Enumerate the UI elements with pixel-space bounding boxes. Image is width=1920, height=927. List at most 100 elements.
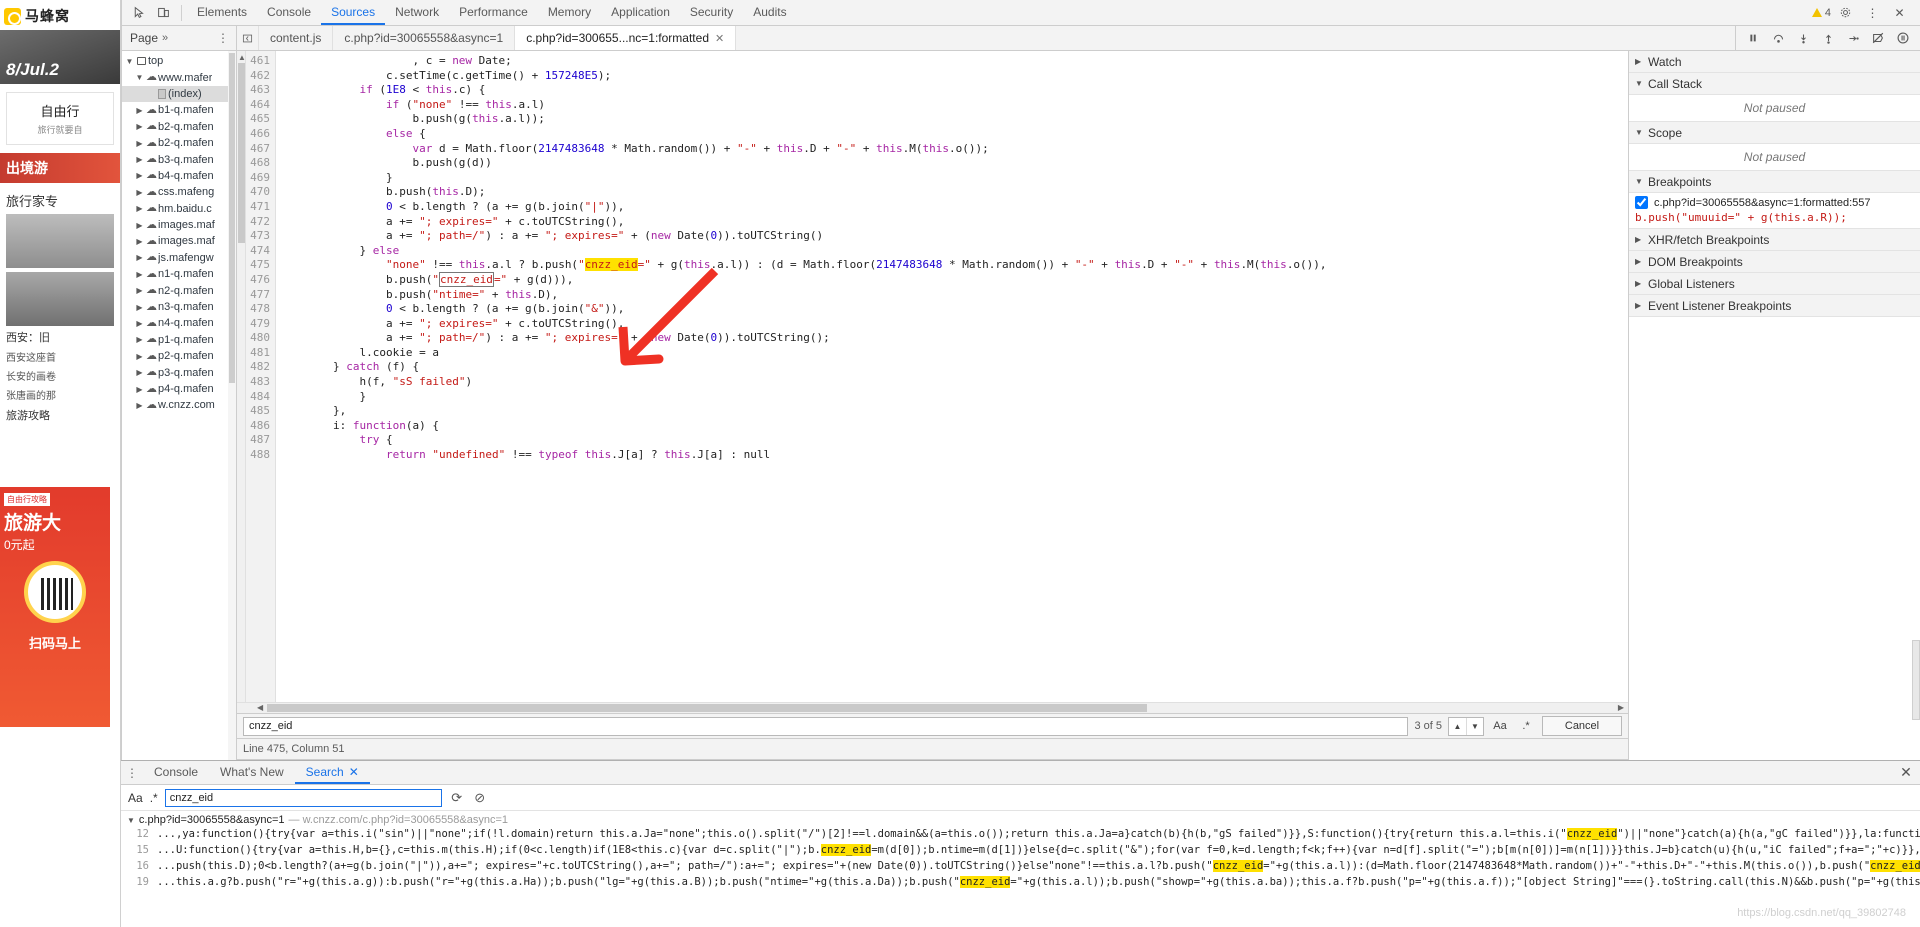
- drawer-tab-console[interactable]: Console: [143, 761, 209, 784]
- code-line[interactable]: 0 < b.length ? (a += g(b.join("|")),: [280, 200, 1628, 215]
- file-tree-item[interactable]: ▶ ☁ p4-q.mafen: [122, 381, 236, 397]
- drawer-close-icon[interactable]: ✕: [1892, 761, 1920, 784]
- find-regex-button[interactable]: .*: [1516, 720, 1536, 732]
- code-line[interactable]: b.push(this.D);: [280, 185, 1628, 200]
- line-number[interactable]: 465: [246, 112, 270, 127]
- code-line[interactable]: a += "; expires=" + c.toUTCString(),: [280, 215, 1628, 230]
- code-line[interactable]: c.setTime(c.getTime() + 157248E5);: [280, 69, 1628, 84]
- file-tree-item[interactable]: ▶ ☁ images.maf: [122, 217, 236, 233]
- file-tree-item[interactable]: (index): [122, 85, 236, 103]
- chevron-right-icon[interactable]: ▶: [134, 122, 145, 131]
- find-match-case-button[interactable]: Aa: [1490, 720, 1510, 732]
- sidebar-section-call-stack[interactable]: ▼ Call Stack: [1629, 73, 1920, 95]
- file-tree-item[interactable]: ▶ ☁ b4-q.mafen: [122, 168, 236, 184]
- file-tree-item[interactable]: ▶ ☁ n2-q.mafen: [122, 282, 236, 298]
- pause-icon[interactable]: [1741, 27, 1765, 49]
- chevron-right-icon[interactable]: ▶: [134, 188, 145, 197]
- chevron-right-icon[interactable]: ▶: [134, 270, 145, 279]
- find-next-button[interactable]: ▼: [1466, 717, 1483, 735]
- find-prev-button[interactable]: ▲: [1449, 718, 1466, 735]
- sidebar-section-event-listener-breakpoints[interactable]: ▶ Event Listener Breakpoints: [1629, 295, 1920, 317]
- sidebar-section-xhr-breakpoints[interactable]: ▶ XHR/fetch Breakpoints: [1629, 229, 1920, 251]
- chevron-right-icon[interactable]: ▶: [134, 221, 145, 230]
- code-line[interactable]: }: [280, 390, 1628, 405]
- article-line[interactable]: 长安的画卷: [0, 366, 120, 385]
- chevron-right-icon[interactable]: ▶: [134, 155, 145, 164]
- line-number[interactable]: 483: [246, 375, 270, 390]
- file-tree-item[interactable]: ▶ ☁ w.cnzz.com: [122, 397, 236, 413]
- line-number[interactable]: 472: [246, 215, 270, 230]
- file-tree-item[interactable]: ▼ top: [122, 53, 236, 69]
- code-content[interactable]: , c = new Date; c.setTime(c.getTime() + …: [276, 51, 1628, 702]
- line-number[interactable]: 477: [246, 288, 270, 303]
- line-number[interactable]: 488: [246, 448, 270, 463]
- line-number[interactable]: 486: [246, 419, 270, 434]
- close-icon[interactable]: ✕: [715, 32, 724, 45]
- code-line[interactable]: if (1E8 < this.c) {: [280, 83, 1628, 98]
- line-number[interactable]: 479: [246, 317, 270, 332]
- code-line[interactable]: i: function(a) {: [280, 419, 1628, 434]
- line-number[interactable]: 468: [246, 156, 270, 171]
- file-tree-item[interactable]: ▶ ☁ css.mafeng: [122, 184, 236, 200]
- line-number[interactable]: 482: [246, 360, 270, 375]
- thumbnail-image[interactable]: [6, 272, 114, 326]
- file-tree-item[interactable]: ▶ ☁ n1-q.mafen: [122, 266, 236, 282]
- search-result-row[interactable]: 15 ...U:function(){try{var a=this.H,b={},…: [121, 842, 1920, 858]
- code-line[interactable]: , c = new Date;: [280, 54, 1628, 69]
- find-cancel-button[interactable]: Cancel: [1542, 716, 1622, 736]
- chevron-right-icon[interactable]: ▶: [134, 286, 145, 295]
- code-line[interactable]: b.push("ntime=" + this.D),: [280, 288, 1628, 303]
- vertical-dots-icon[interactable]: ⋮: [1860, 1, 1885, 25]
- line-number[interactable]: 469: [246, 171, 270, 186]
- article-line[interactable]: 张唐画的那: [0, 385, 120, 404]
- line-number[interactable]: 466: [246, 127, 270, 142]
- line-number[interactable]: 476: [246, 273, 270, 288]
- file-tree-item[interactable]: ▶ ☁ images.maf: [122, 233, 236, 249]
- search-result-file-header[interactable]: ▼ c.php?id=30065558&async=1 — w.cnzz.com…: [121, 814, 1920, 826]
- chevron-down-icon[interactable]: ▼: [134, 73, 145, 82]
- search-input[interactable]: cnzz_eid: [164, 788, 442, 807]
- code-line[interactable]: } else: [280, 244, 1628, 259]
- file-tree-item[interactable]: ▶ ☁ n3-q.mafen: [122, 299, 236, 315]
- scrollbar-thumb[interactable]: [238, 63, 245, 243]
- code-line[interactable]: l.cookie = a: [280, 346, 1628, 361]
- file-tree-item[interactable]: ▶ ☁ p3-q.mafen: [122, 364, 236, 380]
- line-number[interactable]: 462: [246, 69, 270, 84]
- chevron-right-icon[interactable]: ▶: [134, 106, 145, 115]
- code-line[interactable]: else {: [280, 127, 1628, 142]
- chevron-right-icon[interactable]: ▶: [134, 385, 145, 394]
- line-number[interactable]: 475: [246, 258, 270, 273]
- close-devtools-icon[interactable]: ✕: [1887, 1, 1912, 25]
- line-number[interactable]: 461: [246, 54, 270, 69]
- collapse-navigator-icon[interactable]: [237, 26, 259, 50]
- scroll-right-icon[interactable]: ▶: [1618, 703, 1624, 712]
- file-tree-item[interactable]: ▶ ☁ p2-q.mafen: [122, 348, 236, 364]
- tab-application[interactable]: Application: [601, 0, 680, 25]
- drawer-tab-whats-new[interactable]: What's New: [209, 761, 295, 784]
- code-line[interactable]: try {: [280, 433, 1628, 448]
- tab-console[interactable]: Console: [257, 0, 321, 25]
- code-line[interactable]: a += "; expires=" + c.toUTCString(),: [280, 317, 1628, 332]
- chevron-right-icon[interactable]: ▶: [134, 319, 145, 328]
- code-line[interactable]: } catch (f) {: [280, 360, 1628, 375]
- line-number[interactable]: 467: [246, 142, 270, 157]
- search-regex-button[interactable]: .*: [150, 791, 158, 805]
- step-over-icon[interactable]: [1766, 27, 1790, 49]
- chevron-right-icon[interactable]: ▶: [134, 368, 145, 377]
- breakpoint-item[interactable]: c.php?id=30065558&async=1:formatted:557 …: [1629, 193, 1920, 229]
- warning-count-badge[interactable]: 4: [1811, 7, 1831, 19]
- article-line[interactable]: 西安：旧: [0, 326, 120, 347]
- line-number[interactable]: 463: [246, 83, 270, 98]
- article-line[interactable]: 旅游攻略: [0, 404, 120, 425]
- scrollbar-thumb[interactable]: [267, 704, 1147, 712]
- pause-on-exceptions-icon[interactable]: [1891, 27, 1915, 49]
- line-number[interactable]: 478: [246, 302, 270, 317]
- line-number[interactable]: 484: [246, 390, 270, 405]
- line-number[interactable]: 480: [246, 331, 270, 346]
- sidebar-section-dom-breakpoints[interactable]: ▶ DOM Breakpoints: [1629, 251, 1920, 273]
- code-line[interactable]: b.push(g(d)): [280, 156, 1628, 171]
- chevron-right-icon[interactable]: ▶: [134, 204, 145, 213]
- file-tree-item[interactable]: ▶ ☁ n4-q.mafen: [122, 315, 236, 331]
- find-input[interactable]: cnzz_eid: [243, 716, 1409, 736]
- line-number[interactable]: 474: [246, 244, 270, 259]
